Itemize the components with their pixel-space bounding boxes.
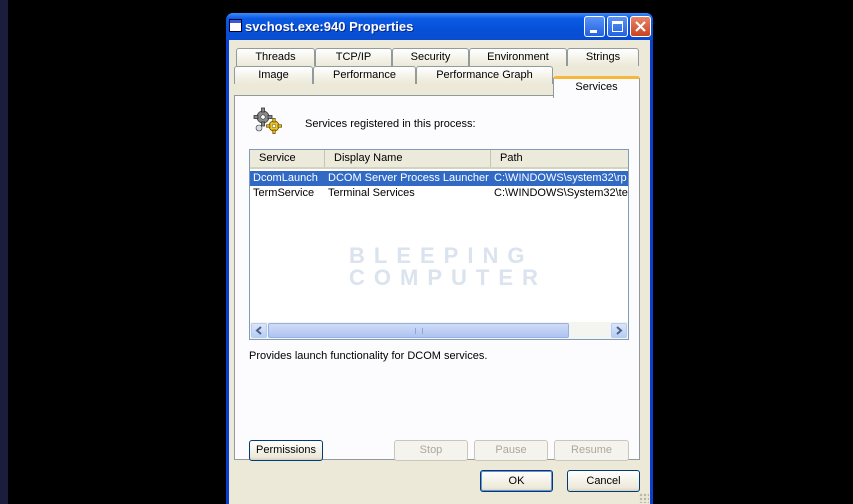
service-display-name: DCOM Server Process Launcher bbox=[328, 172, 489, 184]
close-icon bbox=[635, 21, 646, 32]
service-path: C:\WINDOWS\System32\te bbox=[494, 187, 628, 199]
horizontal-scrollbar[interactable] bbox=[250, 322, 628, 339]
window-app-icon bbox=[229, 19, 242, 32]
tab-security[interactable]: Security bbox=[392, 48, 469, 66]
window-title: svchost.exe:940 Properties bbox=[245, 19, 414, 34]
list-header: Service Display Name Path bbox=[250, 150, 628, 169]
column-header-display-name[interactable]: Display Name bbox=[325, 150, 491, 167]
maximize-icon bbox=[612, 21, 623, 32]
scroll-left-button[interactable] bbox=[251, 323, 267, 338]
dialog-body: Threads TCP/IP Security Environment Stri… bbox=[229, 40, 650, 504]
tab-environment[interactable]: Environment bbox=[469, 48, 567, 66]
tab-threads[interactable]: Threads bbox=[236, 48, 315, 66]
close-button[interactable] bbox=[630, 16, 651, 37]
watermark-line-1: BLEEPING bbox=[349, 243, 534, 268]
scroll-thumb[interactable] bbox=[268, 323, 569, 338]
title-bar[interactable]: svchost.exe:940 Properties bbox=[226, 13, 653, 40]
service-name: TermService bbox=[253, 187, 315, 199]
tab-image[interactable]: Image bbox=[234, 66, 313, 84]
minimize-button[interactable] bbox=[584, 16, 605, 37]
chevron-left-icon bbox=[255, 326, 262, 335]
service-path: C:\WINDOWS\system32\rp bbox=[494, 172, 627, 184]
services-tab-panel: Services registered in this process: Ser… bbox=[234, 95, 640, 461]
service-display-name: Terminal Services bbox=[328, 187, 415, 199]
chevron-right-icon bbox=[616, 326, 623, 335]
tab-performance-graph[interactable]: Performance Graph bbox=[416, 66, 553, 84]
stop-button[interactable]: Stop bbox=[394, 440, 468, 461]
watermark-line-2: COMPUTER bbox=[349, 265, 547, 290]
scroll-right-button[interactable] bbox=[611, 323, 627, 338]
pause-button[interactable]: Pause bbox=[474, 440, 548, 461]
maximize-button[interactable] bbox=[607, 16, 628, 37]
cancel-button[interactable]: Cancel bbox=[567, 470, 640, 492]
tab-tcp-ip[interactable]: TCP/IP bbox=[315, 48, 392, 66]
grip-icon bbox=[415, 328, 423, 334]
tab-services[interactable]: Services bbox=[553, 76, 640, 98]
tab-strings[interactable]: Strings bbox=[567, 48, 639, 66]
watermark: BLEEPING COMPUTER bbox=[349, 245, 547, 289]
service-name: DcomLaunch bbox=[253, 172, 318, 184]
column-header-service[interactable]: Service bbox=[250, 150, 325, 167]
ok-button[interactable]: OK bbox=[480, 470, 553, 492]
services-gears-icon bbox=[253, 107, 282, 134]
minimize-icon bbox=[590, 30, 597, 33]
service-description: Provides launch functionality for DCOM s… bbox=[249, 350, 488, 362]
tab-performance[interactable]: Performance bbox=[313, 66, 416, 84]
column-header-path[interactable]: Path bbox=[491, 150, 628, 167]
list-item[interactable]: TermService Terminal Services C:\WINDOWS… bbox=[250, 186, 628, 201]
resize-grip-icon[interactable] bbox=[639, 493, 649, 503]
services-list[interactable]: Service Display Name Path DcomLaunch DCO… bbox=[249, 149, 629, 340]
list-item[interactable]: DcomLaunch DCOM Server Process Launcher … bbox=[250, 171, 628, 186]
desktop-background bbox=[0, 0, 8, 504]
properties-window: svchost.exe:940 Properties Threads TCP/I… bbox=[226, 13, 653, 504]
services-heading: Services registered in this process: bbox=[305, 118, 476, 130]
permissions-button[interactable]: Permissions bbox=[249, 440, 323, 461]
resume-button[interactable]: Resume bbox=[554, 440, 629, 461]
